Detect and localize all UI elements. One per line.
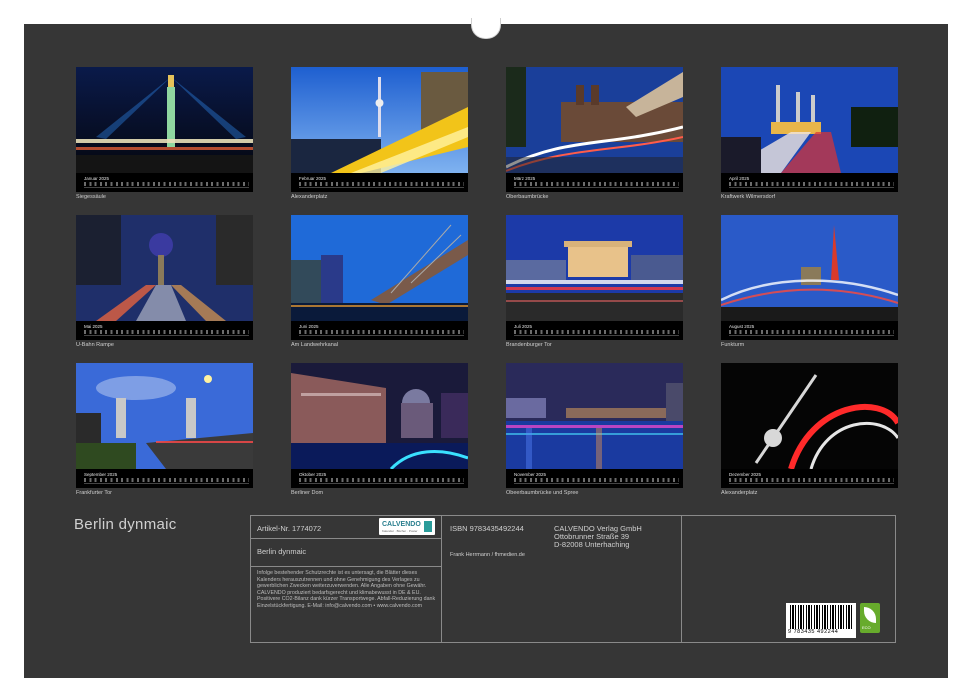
barcode-bars <box>790 605 852 629</box>
leaf-icon <box>864 607 876 623</box>
photo-caption: Siegessäule <box>76 194 106 200</box>
month-strip: August 2025 <box>721 321 898 340</box>
photo-siegessaeule <box>76 67 253 173</box>
week-divider <box>729 187 894 188</box>
article-number: Artikel-Nr. 1774072 <box>257 524 322 533</box>
day-grid <box>729 478 894 482</box>
day-grid <box>84 330 249 334</box>
week-divider <box>299 187 464 188</box>
month-label: November 2025 <box>514 472 547 477</box>
photo-caption: Obeerbaumbrücke und Spree <box>506 490 579 496</box>
month-strip: Februar 2025 <box>291 173 468 192</box>
publisher-city: D-82008 Unterhaching <box>554 540 630 549</box>
day-grid <box>299 330 464 334</box>
photo-kraftwerk-wilmersdorf <box>721 67 898 173</box>
day-grid <box>84 478 249 482</box>
legal-text: Infolge bestehender Schutzrechte ist es … <box>257 570 436 609</box>
month-strip: April 2025 <box>721 173 898 192</box>
photo-funkturm <box>721 215 898 321</box>
week-divider <box>299 483 464 484</box>
month-strip: Mai 2025 <box>76 321 253 340</box>
day-grid <box>514 478 679 482</box>
month-label: Mai 2025 <box>84 324 103 329</box>
photo-alexanderplatz <box>291 67 468 173</box>
month-label: August 2025 <box>729 324 755 329</box>
month-label: Dezember 2025 <box>729 472 762 477</box>
month-label: Februar 2025 <box>299 176 327 181</box>
photo-caption: Frankfurter Tor <box>76 490 112 496</box>
month-strip: März 2025 <box>506 173 683 192</box>
month-label: Juni 2025 <box>299 324 319 329</box>
photo-oberbaumbruecke <box>506 67 683 173</box>
photo-obeerbaumbruecke-und-spree <box>506 363 683 469</box>
eco-label: ECO <box>862 625 871 630</box>
logo-icon <box>424 521 432 532</box>
photo-caption: U-Bahn Rampe <box>76 342 114 348</box>
month-label: Oktober 2025 <box>299 472 327 477</box>
photo-caption: Kraftwerk Wilmersdorf <box>721 194 776 200</box>
week-divider <box>84 335 249 336</box>
photo-caption: Brandenburger Tor <box>506 342 552 348</box>
photo-caption: Am Landwehrkanal <box>291 342 339 348</box>
week-divider <box>514 335 679 336</box>
month-label: April 2025 <box>729 176 750 181</box>
day-grid <box>84 182 249 186</box>
week-divider <box>729 335 894 336</box>
month-strip: Juli 2025 <box>506 321 683 340</box>
month-strip: Januar 2025 <box>76 173 253 192</box>
photo-caption: Berliner Dom <box>291 490 324 496</box>
photo-alexanderplatz-night <box>721 363 898 469</box>
isbn: ISBN 9783435492244 <box>450 524 524 533</box>
logo-text: CALVENDO <box>382 521 421 528</box>
month-strip: Juni 2025 <box>291 321 468 340</box>
week-divider <box>84 187 249 188</box>
month-strip: Dezember 2025 <box>721 469 898 488</box>
month-label: Juli 2025 <box>514 324 533 329</box>
week-divider <box>84 483 249 484</box>
month-label: Januar 2025 <box>84 176 110 181</box>
photo-caption: Alexanderplatz <box>291 194 328 200</box>
author-credit: Frank Herrmann / fhmedien.de <box>450 552 525 558</box>
barcode: 9 783435 492244 <box>786 603 856 638</box>
photo-caption: Funkturm <box>721 342 745 348</box>
divider <box>251 566 441 567</box>
week-divider <box>299 335 464 336</box>
month-label: März 2025 <box>514 176 536 181</box>
month-strip: November 2025 <box>506 469 683 488</box>
calendar-title: Berlin dynmaic <box>74 516 177 533</box>
photo-caption: Alexanderplatz <box>721 490 758 496</box>
week-divider <box>514 483 679 484</box>
day-grid <box>729 182 894 186</box>
info-panel: Artikel-Nr. 1774072 CALVENDO Kalender · … <box>250 515 896 643</box>
divider <box>251 538 441 539</box>
photo-u-bahn-rampe <box>76 215 253 321</box>
photo-frankfurter-tor <box>76 363 253 469</box>
week-divider <box>514 187 679 188</box>
day-grid <box>299 182 464 186</box>
month-label: September 2025 <box>84 472 118 477</box>
day-grid <box>514 182 679 186</box>
logo-subtitle: Kalender · Bücher · Poster <box>382 529 418 533</box>
barcode-number: 9 783435 492244 <box>788 629 839 635</box>
eco-badge: ECO <box>860 603 880 633</box>
day-grid <box>729 330 894 334</box>
month-strip: Oktober 2025 <box>291 469 468 488</box>
day-grid <box>299 478 464 482</box>
day-grid <box>514 330 679 334</box>
photo-caption: Oberbaumbrücke <box>506 194 549 200</box>
info-column-left: Artikel-Nr. 1774072 CALVENDO Kalender · … <box>251 516 442 642</box>
calvendo-logo: CALVENDO Kalender · Bücher · Poster <box>379 518 435 535</box>
info-column-middle: ISBN 9783435492244 CALVENDO Verlag GmbH … <box>442 516 682 642</box>
photo-am-landwehrkanal <box>291 215 468 321</box>
book-title: Berlin dynmaic <box>257 547 307 556</box>
month-strip: September 2025 <box>76 469 253 488</box>
week-divider <box>729 483 894 484</box>
photo-brandenburger-tor <box>506 215 683 321</box>
photo-berliner-dom <box>291 363 468 469</box>
